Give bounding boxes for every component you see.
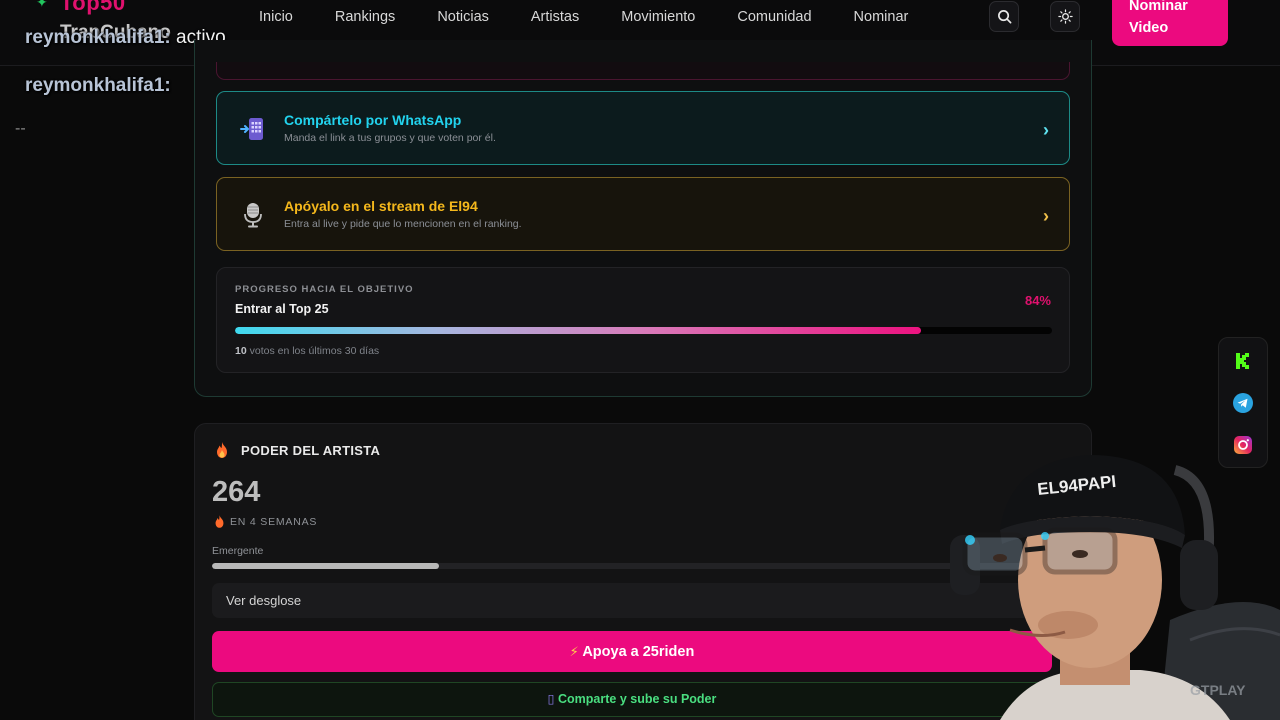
svg-text:GTPLAY: GTPLAY [1190,682,1246,698]
whatsapp-title: Compártelo por WhatsApp [284,112,462,128]
chat-username: reymonkhalifa1: [25,27,171,48]
share-power-label: Comparte y sube su Poder [558,692,717,706]
sun-icon [1057,9,1073,24]
chevron-right-icon: › [1043,206,1049,226]
progress-goal: Entrar al Top 25 [235,302,329,316]
progress-bar-fill [235,327,922,334]
votes-summary: 10 votos en los últimos 30 días [235,345,379,357]
progress-bar [235,327,1052,334]
support-stream-row[interactable]: Apóyalo en el stream de El94 Entra al li… [216,177,1070,251]
nav-nominar[interactable]: Nominar [833,9,930,25]
share-power-button[interactable]: ▯ Comparte y sube su Poder [212,682,1052,717]
telegram-icon[interactable] [1232,392,1254,414]
votes-count: 10 [235,345,247,357]
phone-share-icon [239,115,267,143]
chat-message: reymonkhalifa1: [25,75,171,97]
lightning-icon: ⚡ [569,644,579,659]
progress-percent: 84% [1024,293,1051,308]
share-phone-icon: ▯ [547,692,555,706]
progress-label: PROGRESO HACIA EL OBJETIVO [235,284,414,295]
artist-power-level-fill [212,563,439,569]
search-button[interactable] [989,1,1019,32]
chat-separator: -- [15,120,26,137]
support-artist-label: Apoya a 25riden [582,644,695,660]
nav-noticias[interactable]: Noticias [416,9,510,25]
previous-action-row-edge [216,62,1070,80]
nav-comunidad[interactable]: Comunidad [716,9,832,25]
stream-title: Apóyalo en el stream de El94 [284,198,478,214]
artist-power-period: EN 4 SEMANAS [230,516,318,528]
nav-inicio[interactable]: Inicio [238,9,314,25]
fire-small-icon [215,515,224,528]
fire-icon [217,442,227,458]
nominate-video-button[interactable]: Nominar Video [1112,0,1228,46]
nav-movimiento[interactable]: Movimiento [600,9,716,25]
goal-progress-panel: PROGRESO HACIA EL OBJETIVO Entrar al Top… [216,267,1070,373]
artist-power-title: PODER DEL ARTISTA [241,443,381,458]
votes-text: votos en los últimos 30 días [249,345,380,357]
support-artist-button[interactable]: ⚡ Apoya a 25riden [212,631,1052,672]
microphone-icon [239,201,267,229]
chat-username: reymonkhalifa1: [25,75,171,96]
streamer-webcam: EL94PAPI GTPLAY [950,455,1280,720]
logo-mark-icon: ✦ [36,0,48,10]
stream-subtitle: Entra al live y pide que lo mencionen en… [284,218,522,230]
artist-power-level: Emergente [212,545,264,557]
kick-icon[interactable] [1232,350,1254,372]
chevron-right-icon: › [1043,120,1049,140]
search-icon [997,10,1011,24]
artist-power-score: 264 [212,476,261,508]
site-logo[interactable]: Top50 [60,0,126,16]
view-breakdown-button[interactable]: Ver desglose [212,583,1052,618]
artist-power-level-bar [212,563,1052,569]
share-whatsapp-row[interactable]: Compártelo por WhatsApp Manda el link a … [216,91,1070,165]
main-nav: Inicio Rankings Noticias Artistas Movimi… [238,0,929,34]
whatsapp-subtitle: Manda el link a tus grupos y que voten p… [284,132,496,144]
theme-toggle-button[interactable] [1050,1,1080,32]
nav-artistas[interactable]: Artistas [510,9,600,25]
nav-rankings[interactable]: Rankings [314,9,416,25]
